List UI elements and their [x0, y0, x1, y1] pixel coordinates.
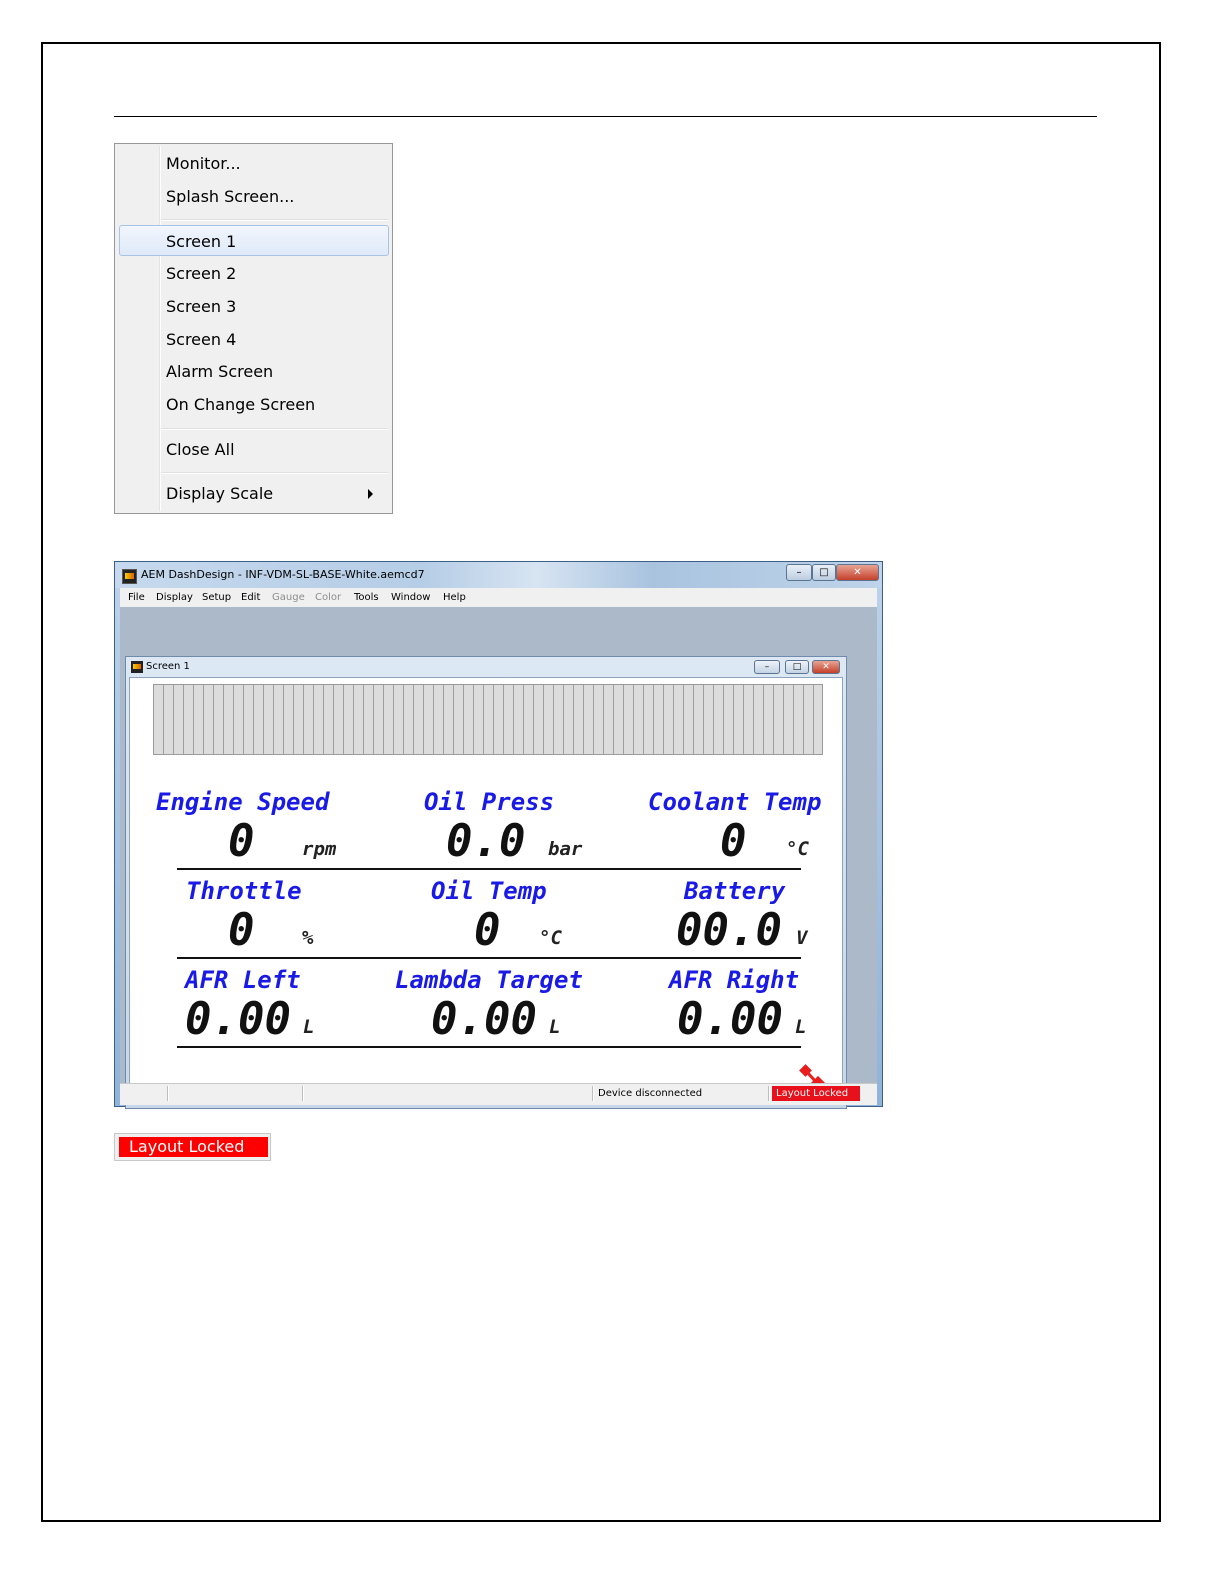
gauge-label-throttle: Throttle [186, 877, 302, 905]
status-bar: Device disconnected Layout Locked [120, 1083, 877, 1105]
app-logo-icon [122, 569, 137, 584]
gauge-label-battery: Battery [684, 877, 786, 905]
gauge-unit-lambda-target: L [549, 1016, 561, 1038]
menu-gauge[interactable]: Gauge [272, 592, 305, 603]
menu-separator [161, 472, 388, 474]
gauge-label-coolant-temp: Coolant Temp [648, 788, 822, 816]
layout-locked-badge: Layout Locked [114, 1133, 271, 1161]
gauge-value-lambda-target: 0.00 [431, 994, 537, 1045]
menu-edit[interactable]: Edit [241, 592, 260, 603]
status-cell [302, 1086, 304, 1101]
gauge-unit-oil-temp: °C [539, 927, 562, 949]
menu-item-screen-2[interactable]: Screen 2 [119, 258, 389, 289]
menu-window[interactable]: Window [391, 592, 430, 603]
menu-item-label: Monitor... [166, 154, 241, 173]
menu-item-close-all[interactable]: Close All [119, 434, 389, 465]
device-status: Device disconnected [598, 1088, 703, 1099]
menu-item-screen-1[interactable]: Screen 1 [119, 225, 389, 256]
gauge-label-afr-left: AFR Left [185, 966, 301, 994]
gauge-value-throttle: 0 [228, 905, 255, 956]
gauge-row-divider [177, 957, 801, 959]
gauge-value-afr-left: 0.00 [185, 994, 291, 1045]
gauge-row-divider [177, 868, 801, 870]
menu-tools[interactable]: Tools [354, 592, 379, 603]
menu-separator [161, 219, 388, 221]
gauge-value-battery: 00.0 [676, 905, 782, 956]
dash-canvas[interactable]: Engine Speed 0 rpm Oil Press 0.0 bar Coo… [129, 677, 843, 1105]
menu-display[interactable]: Display [156, 592, 193, 603]
mdi-workspace: Screen 1 – □ ✕ Engine Speed 0 rpm Oil Pr… [120, 607, 877, 1109]
gauge-value-engine-speed: 0 [228, 816, 255, 867]
gauge-row-divider [177, 1046, 801, 1048]
child-close-button[interactable]: ✕ [812, 660, 840, 674]
menu-separator [161, 428, 388, 430]
menu-item-label: Display Scale [166, 484, 274, 503]
menu-item-label: On Change Screen [166, 395, 316, 414]
gauge-unit-battery: V [796, 927, 808, 949]
gauge-value-afr-right: 0.00 [677, 994, 783, 1045]
menu-item-display-scale[interactable]: Display Scale [119, 478, 389, 509]
menu-item-label: Screen 3 [166, 297, 237, 316]
layout-locked-status[interactable]: Layout Locked [772, 1086, 860, 1101]
child-minimize-button[interactable]: – [754, 660, 780, 674]
menu-help[interactable]: Help [443, 592, 466, 603]
minimize-button[interactable]: – [786, 564, 812, 581]
status-cell [592, 1086, 594, 1101]
gauge-unit-engine-speed: rpm [302, 838, 337, 860]
app-window: AEM DashDesign - INF-VDM-SL-BASE-White.a… [114, 561, 883, 1109]
menu-color[interactable]: Color [315, 592, 341, 603]
menu-item-on-change-screen[interactable]: On Change Screen [119, 389, 389, 420]
gauge-unit-oil-press: bar [548, 838, 583, 860]
screen-window-title: Screen 1 [146, 661, 190, 672]
menu-item-screen-3[interactable]: Screen 3 [119, 291, 389, 322]
title-bar[interactable]: AEM DashDesign - INF-VDM-SL-BASE-White.a… [115, 562, 882, 588]
gauge-value-oil-temp: 0 [474, 905, 501, 956]
screen-1-window: Screen 1 – □ ✕ Engine Speed 0 rpm Oil Pr… [125, 656, 847, 1109]
menu-item-alarm-screen[interactable]: Alarm Screen [119, 356, 389, 387]
menu-item-label: Alarm Screen [166, 362, 274, 381]
gauge-label-engine-speed: Engine Speed [156, 788, 330, 816]
status-cell [167, 1086, 169, 1101]
gauge-label-oil-temp: Oil Temp [431, 877, 547, 905]
menu-item-label: Screen 1 [166, 232, 237, 251]
maximize-button[interactable]: □ [812, 564, 836, 581]
menu-item-screen-4[interactable]: Screen 4 [119, 324, 389, 355]
menu-file[interactable]: File [128, 592, 145, 603]
screen-logo-icon [131, 661, 143, 673]
layout-locked-label: Layout Locked [119, 1137, 268, 1157]
header-rule [114, 116, 1097, 117]
gauge-unit-coolant-temp: °C [786, 838, 809, 860]
gauge-value-coolant-temp: 0 [720, 816, 747, 867]
menu-item-label: Screen 4 [166, 330, 237, 349]
close-button[interactable]: ✕ [836, 564, 879, 581]
gauge-label-afr-right: AFR Right [669, 966, 800, 994]
menu-setup[interactable]: Setup [202, 592, 231, 603]
gauge-unit-afr-left: L [303, 1016, 315, 1038]
display-context-menu: Monitor... Splash Screen... Screen 1 Scr… [114, 143, 393, 514]
menu-item-label: Splash Screen... [166, 187, 295, 206]
submenu-arrow-icon [368, 489, 373, 499]
child-maximize-button[interactable]: □ [785, 660, 809, 674]
menu-bar: File Display Setup Edit Gauge Color Tool… [120, 588, 877, 607]
gauge-label-lambda-target: Lambda Target [395, 966, 583, 994]
shift-light-bar [153, 684, 823, 755]
menu-item-splash-screen[interactable]: Splash Screen... [119, 181, 389, 212]
menu-item-label: Screen 2 [166, 264, 237, 283]
gauge-unit-afr-right: L [795, 1016, 807, 1038]
gauge-unit-throttle: % [302, 927, 314, 949]
gauge-label-oil-press: Oil Press [424, 788, 555, 816]
menu-item-label: Close All [166, 440, 235, 459]
status-cell [768, 1086, 770, 1101]
menu-item-monitor[interactable]: Monitor... [119, 148, 389, 179]
gauge-value-oil-press: 0.0 [446, 816, 526, 867]
window-title: AEM DashDesign - INF-VDM-SL-BASE-White.a… [141, 568, 425, 581]
